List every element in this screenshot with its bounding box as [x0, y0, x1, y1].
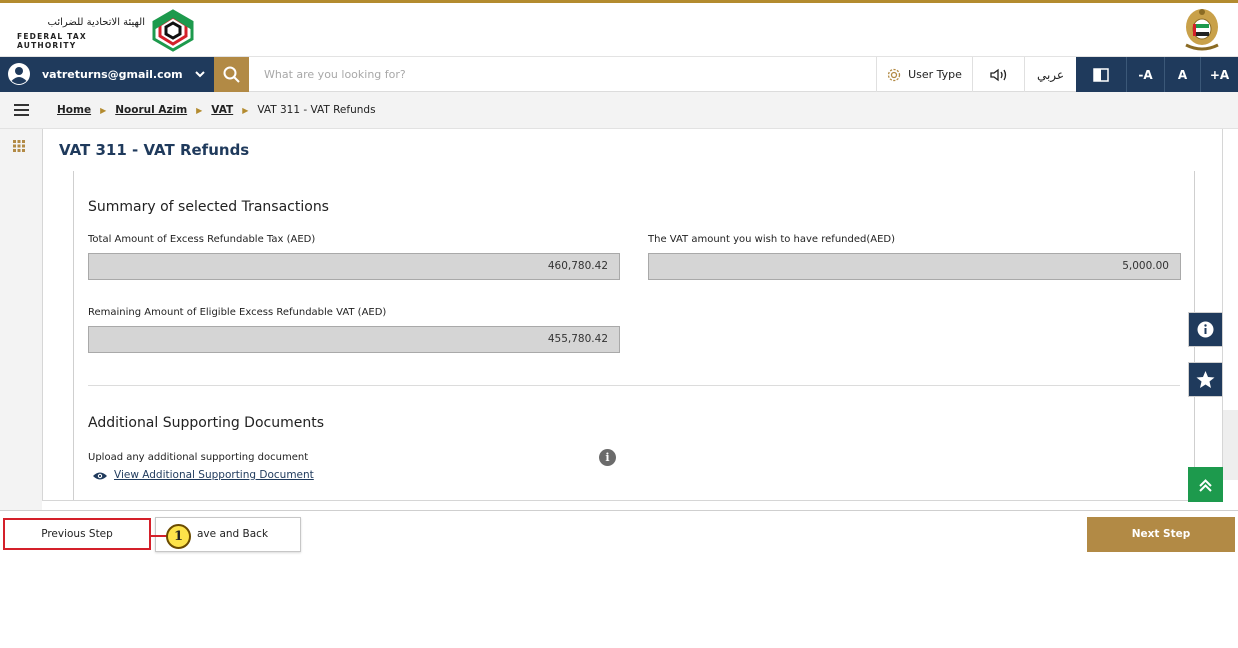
- page-title: VAT 311 - VAT Refunds: [59, 141, 250, 159]
- info-icon[interactable]: i: [599, 449, 616, 466]
- breadcrumb-vat-link[interactable]: VAT: [211, 92, 233, 129]
- fta-logo-icon[interactable]: [150, 8, 196, 52]
- fta-logo-text[interactable]: الهيئة الاتحادية للضرائب FEDERAL TAX AUT…: [17, 16, 145, 50]
- uae-emblem-icon: [1185, 9, 1219, 51]
- gear-icon: [887, 68, 901, 81]
- breadcrumb: Home ▶ Noorul Azim ▶ VAT ▶ VAT 311 - VAT…: [57, 92, 376, 129]
- summary-section-title: Summary of selected Transactions: [88, 199, 329, 215]
- side-favorite-button[interactable]: [1188, 362, 1223, 397]
- total-refundable-field: 460,780.42: [88, 253, 620, 280]
- apps-grid-icon[interactable]: [13, 140, 25, 152]
- annotation-connector-line: [151, 535, 167, 537]
- previous-step-button[interactable]: Previous Step: [3, 518, 151, 550]
- font-increase-button[interactable]: +A: [1200, 57, 1238, 92]
- contrast-icon: [1093, 67, 1109, 82]
- chevron-down-icon: [195, 71, 205, 78]
- top-toolbar: vatreturns@gmail.com User Type عربي -A A: [0, 57, 1238, 92]
- search-button[interactable]: [214, 57, 249, 92]
- site-header: الهيئة الاتحادية للضرائب FEDERAL TAX AUT…: [0, 3, 1238, 57]
- left-side-rail: [0, 129, 42, 510]
- section-divider: [88, 385, 1180, 386]
- breadcrumb-user-link[interactable]: Noorul Azim: [115, 92, 187, 129]
- form-section-container: Summary of selected Transactions Total A…: [73, 171, 1195, 500]
- view-supporting-document-link[interactable]: View Additional Supporting Document: [114, 469, 314, 481]
- user-account-dropdown[interactable]: vatreturns@gmail.com: [0, 57, 214, 92]
- next-step-button[interactable]: Next Step: [1087, 517, 1235, 552]
- scroll-to-top-button[interactable]: [1188, 467, 1223, 502]
- text-to-speech-button[interactable]: [972, 57, 1024, 92]
- breadcrumb-separator-icon: ▶: [100, 106, 107, 115]
- double-chevron-up-icon: [1199, 479, 1212, 492]
- remaining-amount-field: 455,780.42: [88, 326, 620, 353]
- main-content-card: VAT 311 - VAT Refunds Summary of selecte…: [42, 129, 1223, 501]
- scrollbar-thumb[interactable]: [1223, 410, 1238, 480]
- step-marker-badge: 1: [166, 524, 191, 549]
- info-glyph: i: [605, 451, 610, 464]
- language-arabic-button[interactable]: عربي: [1024, 57, 1076, 92]
- hamburger-menu-icon[interactable]: [14, 104, 29, 116]
- contrast-toggle-button[interactable]: [1076, 57, 1126, 92]
- total-refundable-label: Total Amount of Excess Refundable Tax (A…: [88, 234, 316, 245]
- upload-document-label: Upload any additional supporting documen…: [88, 452, 309, 463]
- logo-arabic-text: الهيئة الاتحادية للضرائب: [47, 17, 145, 28]
- eye-icon: [93, 472, 107, 480]
- info-circle-icon: [1197, 321, 1214, 338]
- user-avatar-icon: [8, 63, 30, 85]
- star-icon: [1196, 371, 1215, 388]
- user-type-button[interactable]: User Type: [876, 57, 972, 92]
- breadcrumb-bar: Home ▶ Noorul Azim ▶ VAT ▶ VAT 311 - VAT…: [0, 92, 1238, 129]
- breadcrumb-current: VAT 311 - VAT Refunds: [257, 104, 376, 116]
- refund-amount-label: The VAT amount you wish to have refunded…: [648, 234, 896, 245]
- documents-section-title: Additional Supporting Documents: [88, 415, 324, 431]
- remaining-amount-label: Remaining Amount of Eligible Excess Refu…: [88, 307, 387, 318]
- refund-amount-field[interactable]: 5,000.00: [648, 253, 1181, 280]
- search-input[interactable]: [250, 57, 870, 92]
- breadcrumb-separator-icon: ▶: [196, 106, 203, 115]
- side-info-button[interactable]: [1188, 312, 1223, 347]
- user-type-label: User Type: [908, 68, 962, 81]
- speaker-icon: [989, 68, 1006, 81]
- font-decrease-button[interactable]: -A: [1126, 57, 1164, 92]
- user-email: vatreturns@gmail.com: [42, 68, 183, 81]
- font-normal-button[interactable]: A: [1164, 57, 1200, 92]
- logo-english-text: FEDERAL TAX AUTHORITY: [17, 32, 87, 50]
- breadcrumb-separator-icon: ▶: [242, 106, 249, 115]
- breadcrumb-home-link[interactable]: Home: [57, 92, 91, 129]
- footer-divider: [0, 510, 1238, 511]
- search-icon: [223, 66, 240, 83]
